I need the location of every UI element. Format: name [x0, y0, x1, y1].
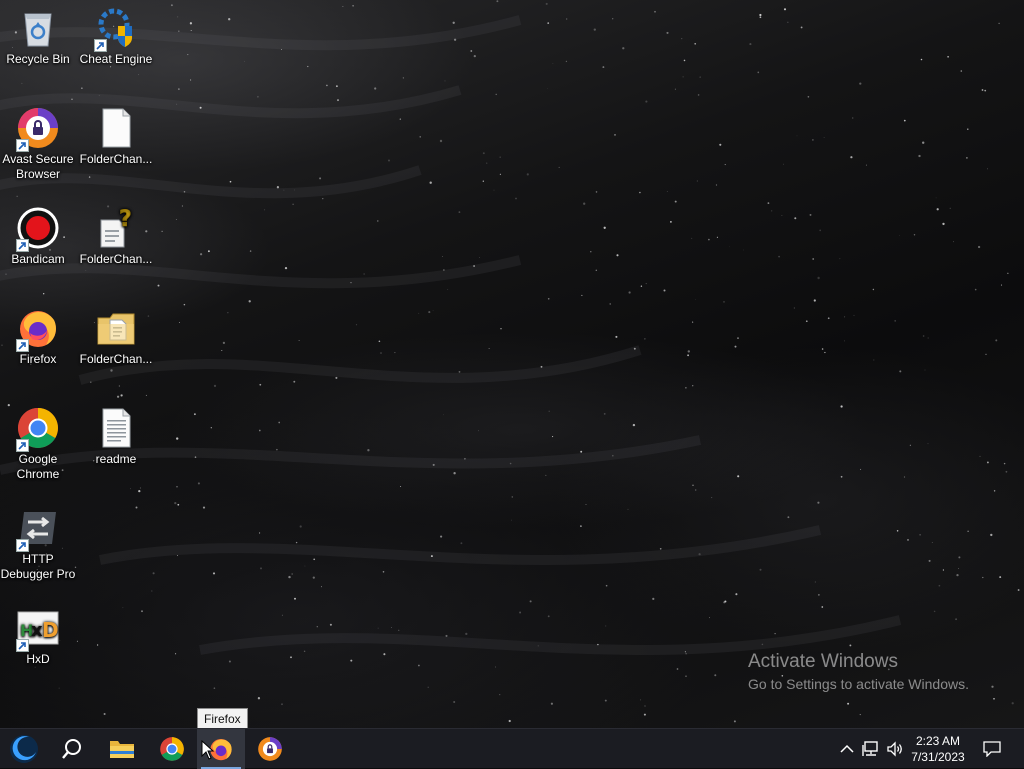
desktop-icon-avast-secure-browser[interactable]: Avast Secure Browser: [0, 106, 76, 182]
shortcut-arrow-icon: [16, 139, 29, 152]
desktop-icon-label: Avast Secure Browser: [2, 152, 74, 181]
firefox-icon: [16, 306, 60, 352]
avast-secure-browser-icon: [16, 106, 60, 152]
hxd-icon: HxD: [16, 606, 60, 652]
search-button[interactable]: [48, 729, 96, 769]
http-debugger-icon: [16, 506, 60, 552]
desktop-icon-label: Recycle Bin: [6, 52, 70, 66]
bandicam-icon: [16, 206, 60, 252]
shortcut-arrow-icon: [94, 39, 107, 52]
network-icon: [862, 741, 878, 756]
shortcut-arrow-icon: [16, 239, 29, 252]
desktop-icon-label: FolderChan...: [79, 252, 153, 266]
desktop-icon-google-chrome[interactable]: Google Chrome: [0, 406, 76, 482]
search-icon: [62, 739, 81, 759]
desktop-icon-label: Bandicam: [11, 252, 65, 266]
watermark-subtitle: Go to Settings to activate Windows.: [748, 676, 969, 692]
desktop-icon-folderchanger-1[interactable]: FolderChan...: [78, 106, 154, 167]
desktop-icon-label: Firefox: [19, 352, 57, 366]
desktop-icon-label: Cheat Engine: [79, 52, 153, 66]
taskbar-avast-secure-browser[interactable]: [246, 729, 294, 769]
desktop-icon-label: readme: [95, 452, 137, 466]
taskbar-file-explorer[interactable]: [98, 729, 146, 769]
taskbar-clock[interactable]: 2:23 AM 7/31/2023: [900, 729, 976, 769]
desktop-icon-http-debugger-pro[interactable]: HTTP Debugger Pro: [0, 506, 76, 582]
desktop-icon-recycle-bin[interactable]: Recycle Bin: [0, 6, 76, 67]
desktop-icon-hxd[interactable]: HxD HxD: [0, 606, 76, 667]
blank-file-icon: [94, 106, 138, 150]
taskbar: 2:23 AM 7/31/2023: [0, 728, 1024, 769]
desktop-icon-folderchanger-3[interactable]: FolderChan...: [78, 306, 154, 367]
shortcut-arrow-icon: [16, 539, 29, 552]
activate-windows-watermark: Activate Windows Go to Settings to activ…: [748, 650, 969, 694]
desktop-icon-firefox[interactable]: Firefox: [0, 306, 76, 367]
desktop-icon-folderchanger-2[interactable]: ? FolderChan...: [78, 206, 154, 267]
desktop-icon-cheat-engine[interactable]: Cheat Engine: [78, 6, 154, 67]
desktop-icon-label: HxD: [26, 652, 50, 666]
folder-icon: [110, 741, 134, 758]
mouse-cursor-icon: [201, 740, 215, 760]
unknown-file-icon: ?: [94, 206, 138, 250]
cheat-engine-icon: [94, 6, 138, 52]
desktop-icon-bandicam[interactable]: Bandicam: [0, 206, 76, 267]
desktop-icon-label: HTTP Debugger Pro: [0, 552, 76, 581]
chevron-up-icon: [840, 744, 854, 753]
taskbar-tooltip: Firefox: [197, 708, 248, 730]
notification-icon: [983, 741, 1001, 757]
text-file-icon: [94, 406, 138, 450]
chrome-icon: [160, 737, 184, 761]
desktop-icon-label: FolderChan...: [79, 352, 153, 366]
action-center-button[interactable]: [978, 729, 1006, 769]
show-hidden-icons-button[interactable]: [836, 729, 858, 769]
start-orb-icon: [10, 735, 38, 763]
desktop-icon-label: FolderChan...: [79, 152, 153, 166]
chrome-icon: [16, 406, 60, 452]
desktop-icon-label: Google Chrome: [16, 452, 60, 481]
watermark-title: Activate Windows: [748, 651, 898, 672]
shortcut-arrow-icon: [16, 339, 29, 352]
shortcut-arrow-icon: [16, 439, 29, 452]
network-tray-button[interactable]: [860, 729, 882, 769]
svg-text:?: ?: [119, 207, 132, 232]
taskbar-chrome[interactable]: [148, 729, 196, 769]
folder-document-icon: [94, 306, 138, 350]
shortcut-arrow-icon: [16, 639, 29, 652]
clock-date: 7/31/2023: [911, 750, 965, 764]
desktop-icon-readme[interactable]: readme: [78, 406, 154, 467]
recycle-bin-icon: [16, 6, 60, 50]
avast-secure-browser-icon: [258, 737, 282, 761]
start-button[interactable]: [0, 729, 48, 769]
clock-time: 2:23 AM: [915, 734, 961, 748]
svg-text:D: D: [42, 618, 59, 642]
